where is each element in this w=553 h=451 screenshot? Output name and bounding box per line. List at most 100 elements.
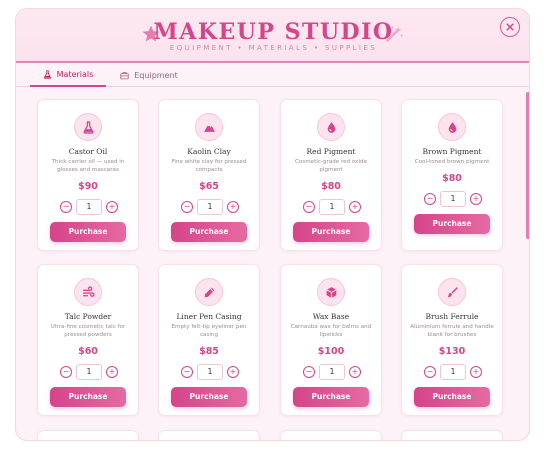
mountain-icon — [195, 113, 223, 141]
product-name: Brown Pigment — [422, 147, 482, 156]
decrease-quantity-button[interactable]: − — [60, 201, 72, 213]
increase-quantity-button[interactable]: + — [227, 201, 239, 213]
increase-quantity-button[interactable]: + — [106, 201, 118, 213]
product-description: Aluminium ferrule and handle blank for b… — [410, 324, 494, 338]
decrease-quantity-button[interactable]: − — [303, 366, 315, 378]
quantity-input[interactable]: 1 — [197, 364, 223, 380]
brush-icon — [438, 278, 466, 306]
product-name: Red Pigment — [306, 147, 356, 156]
decrease-quantity-button[interactable]: − — [424, 366, 436, 378]
purchase-button[interactable]: Purchase — [171, 387, 247, 407]
purchase-button[interactable]: Purchase — [50, 222, 126, 242]
increase-quantity-button[interactable]: + — [106, 366, 118, 378]
product-name: Talc Powder — [64, 312, 112, 321]
quantity-stepper: − 1 + — [181, 364, 239, 380]
magic-wand-icon — [386, 26, 403, 42]
tab-materials[interactable]: Materials — [30, 63, 106, 87]
scrollbar-thumb[interactable] — [526, 92, 529, 239]
decrease-quantity-button[interactable]: − — [181, 201, 193, 213]
wind-icon — [74, 278, 102, 306]
close-button[interactable] — [500, 17, 520, 37]
product-price: $65 — [199, 181, 219, 192]
product-name: Wax Base — [312, 312, 350, 321]
product-card-talc-powder: Talc Powder Ultra-fine cosmetic talc for… — [37, 264, 139, 416]
increase-quantity-button[interactable]: + — [470, 193, 482, 205]
cube-icon — [317, 278, 345, 306]
product-card-partial — [158, 430, 260, 440]
quantity-stepper: − 1 + — [424, 364, 482, 380]
purchase-button[interactable]: Purchase — [171, 222, 247, 242]
purchase-button[interactable]: Purchase — [293, 387, 369, 407]
product-price: $80 — [321, 181, 341, 192]
pen-icon — [195, 278, 223, 306]
quantity-input[interactable]: 1 — [76, 364, 102, 380]
quantity-stepper: − 1 + — [303, 199, 361, 215]
product-price: $60 — [78, 346, 98, 357]
quantity-input[interactable]: 1 — [197, 199, 223, 215]
title-row: MAKEUP STUDIO — [16, 19, 529, 45]
product-name: Brush Ferrule — [425, 312, 479, 321]
tab-equipment-label: Equipment — [134, 70, 178, 80]
product-name: Castor Oil — [68, 147, 108, 156]
product-description: Fine white clay for pressed compacts — [171, 159, 247, 173]
droplet-icon — [317, 113, 345, 141]
quantity-input[interactable]: 1 — [76, 199, 102, 215]
increase-quantity-button[interactable]: + — [349, 201, 361, 213]
product-card-brush-ferrule: Brush Ferrule Aluminium ferrule and hand… — [401, 264, 503, 416]
purchase-button[interactable]: Purchase — [414, 387, 490, 407]
product-description: Empty felt-tip eyeliner pen casing — [171, 324, 247, 338]
modal-header: MAKEUP STUDIO EQUIPMENT • MATERIALS • SU… — [16, 9, 529, 61]
decrease-quantity-button[interactable]: − — [303, 201, 315, 213]
product-card-castor-oil: Castor Oil Thick carrier oil — used in g… — [37, 99, 139, 251]
purchase-button[interactable]: Purchase — [414, 214, 490, 234]
increase-quantity-button[interactable]: + — [227, 366, 239, 378]
flask-icon — [74, 113, 102, 141]
decrease-quantity-button[interactable]: − — [181, 366, 193, 378]
product-card-wax-base: Wax Base Carnauba wax for balms and lips… — [280, 264, 382, 416]
decrease-quantity-button[interactable]: − — [60, 366, 72, 378]
product-card-partial — [37, 430, 139, 440]
product-price: $130 — [438, 346, 466, 357]
makeup-studio-modal: MAKEUP STUDIO EQUIPMENT • MATERIALS • SU… — [15, 8, 530, 441]
product-description: Cosmetic-grade red oxide pigment — [294, 159, 368, 173]
product-price: $80 — [442, 173, 462, 184]
purchase-button[interactable]: Purchase — [50, 387, 126, 407]
product-card-liner-pen-casing: Liner Pen Casing Empty felt-tip eyeliner… — [158, 264, 260, 416]
page-subtitle: EQUIPMENT • MATERIALS • SUPPLIES — [169, 44, 378, 52]
product-grid: Castor Oil Thick carrier oil — used in g… — [16, 88, 529, 440]
quantity-stepper: − 1 + — [60, 199, 118, 215]
product-description: Ultra-fine cosmetic talc for pressed pow… — [50, 324, 126, 338]
quantity-stepper: − 1 + — [181, 199, 239, 215]
quantity-stepper: − 1 + — [303, 364, 361, 380]
quantity-stepper: − 1 + — [424, 191, 482, 207]
decrease-quantity-button[interactable]: − — [424, 193, 436, 205]
quantity-input[interactable]: 1 — [319, 364, 345, 380]
increase-quantity-button[interactable]: + — [470, 366, 482, 378]
flask-icon — [43, 69, 51, 79]
product-name: Kaolin Clay — [187, 147, 231, 156]
quantity-input[interactable]: 1 — [440, 191, 466, 207]
product-description: Carnauba wax for balms and lipsticks — [290, 324, 372, 338]
product-price: $85 — [199, 346, 219, 357]
product-price: $90 — [78, 181, 98, 192]
toolbox-icon — [120, 71, 129, 79]
tab-equipment[interactable]: Equipment — [114, 63, 184, 87]
quantity-stepper: − 1 + — [60, 364, 118, 380]
increase-quantity-button[interactable]: + — [349, 366, 361, 378]
product-card-red-pigment: Red Pigment Cosmetic-grade red oxide pig… — [280, 99, 382, 251]
page-title: MAKEUP STUDIO — [153, 19, 394, 45]
close-icon — [506, 23, 514, 31]
product-card-partial — [401, 430, 503, 440]
product-card-partial — [280, 430, 382, 440]
product-card-brown-pigment: Brown Pigment Cool-toned brown pigment $… — [401, 99, 503, 251]
product-description: Cool-toned brown pigment — [414, 159, 490, 165]
droplet-icon — [438, 113, 466, 141]
product-name: Liner Pen Casing — [176, 312, 242, 321]
quantity-input[interactable]: 1 — [440, 364, 466, 380]
tab-materials-label: Materials — [56, 69, 94, 79]
purchase-button[interactable]: Purchase — [293, 222, 369, 242]
tab-bar: Materials Equipment — [16, 63, 529, 87]
product-description: Thick carrier oil — used in glosses and … — [51, 159, 125, 173]
product-card-kaolin-clay: Kaolin Clay Fine white clay for pressed … — [158, 99, 260, 251]
quantity-input[interactable]: 1 — [319, 199, 345, 215]
